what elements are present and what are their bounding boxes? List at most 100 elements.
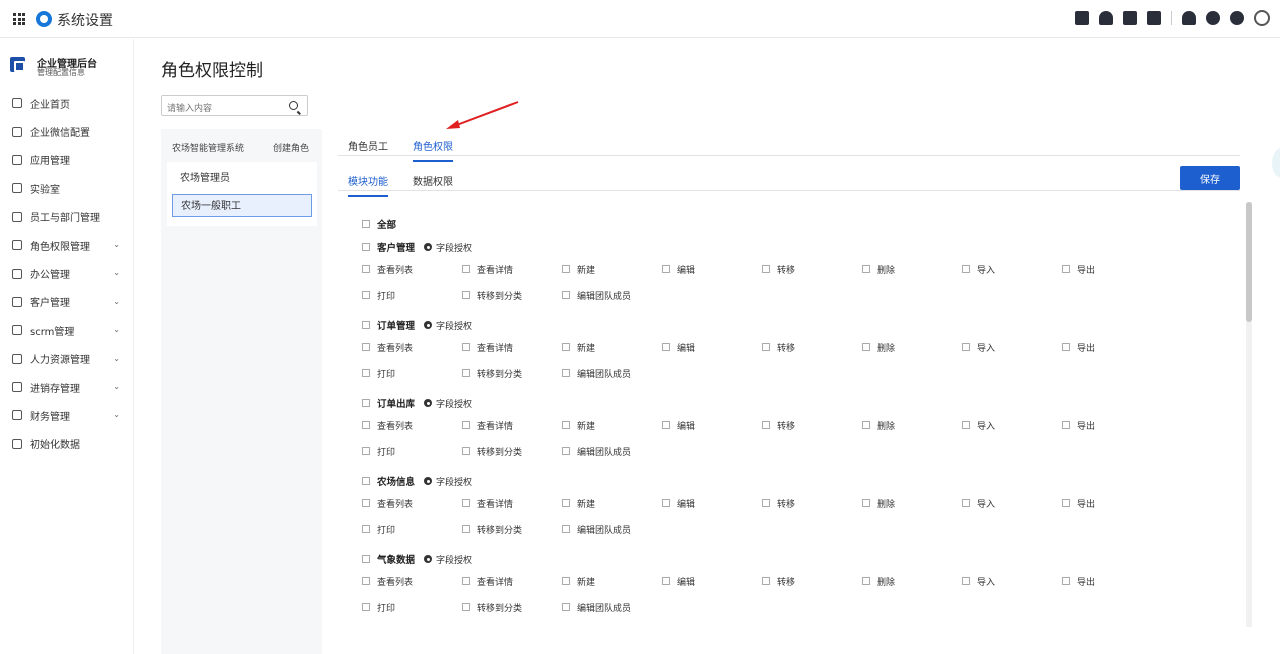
permission-option[interactable]: 打印	[362, 522, 395, 536]
permission-option[interactable]: 删除	[862, 574, 895, 588]
permission-option[interactable]: 转移	[762, 418, 795, 432]
chevron-down-icon[interactable]: ⌄	[113, 268, 120, 277]
permission-option[interactable]: 导入	[962, 340, 995, 354]
permission-option[interactable]: 查看详情	[462, 262, 513, 276]
gear-icon[interactable]	[424, 321, 433, 329]
permission-option[interactable]: 转移到分类	[462, 522, 522, 536]
permission-option[interactable]: 新建	[562, 574, 595, 588]
permission-option[interactable]: 编辑	[662, 340, 695, 354]
account-icon[interactable]	[1254, 10, 1270, 26]
save-button[interactable]: 保存	[1180, 166, 1240, 190]
permission-checkbox[interactable]	[362, 603, 370, 611]
permission-checkbox[interactable]	[462, 525, 470, 533]
permission-option[interactable]: 编辑团队成员	[562, 600, 631, 614]
sidebar-item[interactable]: 进销存管理 ⌄	[0, 373, 134, 401]
permission-option[interactable]: 编辑团队成员	[562, 288, 631, 302]
field-auth-link[interactable]: 字段授权	[436, 475, 472, 488]
permission-option[interactable]: 查看详情	[462, 574, 513, 588]
permission-checkbox[interactable]	[362, 343, 370, 351]
role-item-active[interactable]: 农场一般职工	[172, 194, 312, 217]
permission-option[interactable]: 打印	[362, 444, 395, 458]
permission-checkbox[interactable]	[962, 577, 970, 585]
permission-checkbox[interactable]	[862, 499, 870, 507]
permission-option[interactable]: 查看详情	[462, 418, 513, 432]
permission-checkbox[interactable]	[962, 499, 970, 507]
permission-checkbox[interactable]	[362, 265, 370, 273]
permission-checkbox[interactable]	[1062, 421, 1070, 429]
permission-checkbox[interactable]	[462, 577, 470, 585]
permission-checkbox[interactable]	[662, 265, 670, 273]
scroll-thumb[interactable]	[1246, 202, 1252, 322]
field-auth-link[interactable]: 字段授权	[436, 397, 472, 410]
permission-option[interactable]: 删除	[862, 496, 895, 510]
gear-icon[interactable]	[1230, 11, 1244, 25]
permission-option[interactable]: 编辑	[662, 574, 695, 588]
permission-checkbox[interactable]	[462, 265, 470, 273]
sidebar-item[interactable]: 角色权限管理 ⌄	[0, 231, 134, 259]
permission-checkbox[interactable]	[362, 291, 370, 299]
permission-checkbox[interactable]	[562, 447, 570, 455]
sidebar-item[interactable]: 人力资源管理 ⌄	[0, 345, 134, 373]
gear-icon[interactable]	[424, 555, 433, 563]
sidebar-item[interactable]: 办公管理 ⌄	[0, 259, 134, 287]
permission-checkbox[interactable]	[462, 499, 470, 507]
permission-option[interactable]: 转移	[762, 262, 795, 276]
sidebar-item[interactable]: 企业首页	[0, 89, 134, 117]
permission-option[interactable]: 转移	[762, 574, 795, 588]
permission-checkbox[interactable]	[562, 369, 570, 377]
permission-checkbox[interactable]	[362, 447, 370, 455]
gear-icon[interactable]	[424, 243, 433, 251]
permission-option[interactable]: 转移	[762, 340, 795, 354]
permission-option[interactable]: 新建	[562, 418, 595, 432]
permission-checkbox[interactable]	[862, 577, 870, 585]
chevron-down-icon[interactable]: ⌄	[113, 354, 120, 363]
permission-option[interactable]: 查看列表	[362, 496, 413, 510]
side-float-handle[interactable]	[1272, 148, 1280, 178]
module-checkbox[interactable]	[362, 321, 370, 329]
permission-checkbox[interactable]	[662, 499, 670, 507]
permission-option[interactable]: 查看详情	[462, 496, 513, 510]
calendar-check-icon[interactable]	[1075, 11, 1089, 25]
permission-checkbox[interactable]	[462, 369, 470, 377]
scrollbar[interactable]	[1246, 202, 1252, 627]
permission-option[interactable]: 导入	[962, 418, 995, 432]
permission-checkbox[interactable]	[762, 421, 770, 429]
permission-checkbox[interactable]	[662, 577, 670, 585]
permission-option[interactable]: 查看列表	[362, 418, 413, 432]
permission-checkbox[interactable]	[862, 421, 870, 429]
permission-option[interactable]: 删除	[862, 262, 895, 276]
permission-checkbox[interactable]	[362, 421, 370, 429]
permission-option[interactable]: 编辑团队成员	[562, 444, 631, 458]
chevron-down-icon[interactable]: ⌄	[113, 240, 120, 249]
permission-option[interactable]: 打印	[362, 600, 395, 614]
field-auth-link[interactable]: 字段授权	[436, 241, 472, 254]
chevron-down-icon[interactable]: ⌄	[113, 410, 120, 419]
permission-checkbox[interactable]	[1062, 577, 1070, 585]
permission-checkbox[interactable]	[362, 577, 370, 585]
permission-checkbox[interactable]	[362, 369, 370, 377]
permission-option[interactable]: 导出	[1062, 418, 1095, 432]
search-input[interactable]	[162, 99, 282, 119]
permission-option[interactable]: 导出	[1062, 340, 1095, 354]
permission-option[interactable]: 查看列表	[362, 340, 413, 354]
permission-option[interactable]: 查看列表	[362, 262, 413, 276]
permission-option[interactable]: 导出	[1062, 574, 1095, 588]
grid-icon[interactable]	[13, 13, 25, 25]
permission-option[interactable]: 打印	[362, 288, 395, 302]
permission-checkbox[interactable]	[362, 499, 370, 507]
permission-checkbox[interactable]	[762, 343, 770, 351]
permission-option[interactable]: 导出	[1062, 496, 1095, 510]
phone-icon[interactable]	[1147, 11, 1161, 25]
bell-icon[interactable]	[1182, 11, 1196, 25]
permission-option[interactable]: 转移到分类	[462, 366, 522, 380]
tab-role-employees[interactable]: 角色员工	[348, 138, 388, 153]
create-role-button[interactable]: 创建角色	[273, 141, 309, 154]
permission-checkbox[interactable]	[462, 421, 470, 429]
permission-checkbox[interactable]	[462, 603, 470, 611]
field-auth-link[interactable]: 字段授权	[436, 553, 472, 566]
sidebar-item[interactable]: 财务管理 ⌄	[0, 401, 134, 429]
permission-option[interactable]: 转移到分类	[462, 600, 522, 614]
permission-option[interactable]: 转移	[762, 496, 795, 510]
help-icon[interactable]	[1206, 11, 1220, 25]
permission-checkbox[interactable]	[1062, 499, 1070, 507]
